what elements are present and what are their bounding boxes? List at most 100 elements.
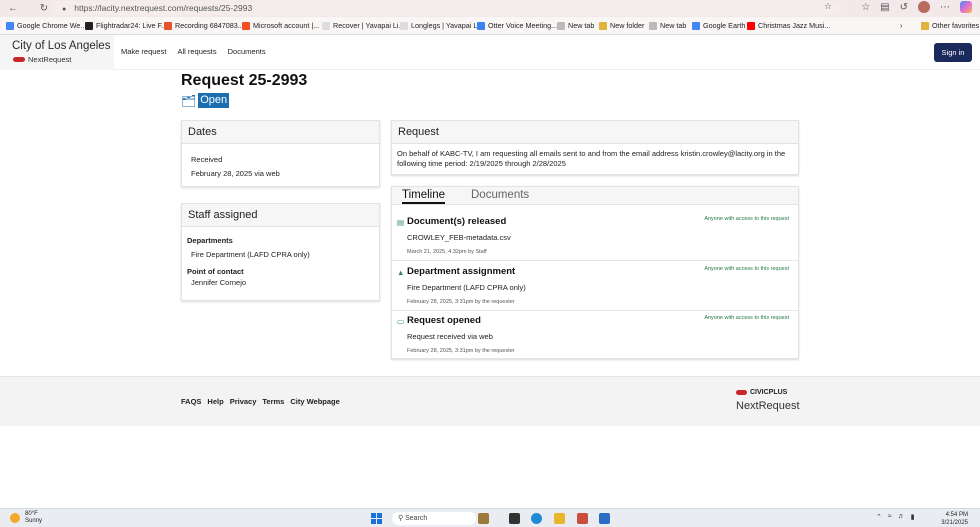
copilot-icon[interactable]	[960, 1, 972, 13]
tab-bar: Timeline Documents	[392, 187, 798, 205]
sign-in-button[interactable]: Sign in	[934, 43, 972, 62]
footer-link-terms[interactable]: Terms	[262, 397, 284, 406]
document-icon: ▤	[397, 218, 405, 227]
url-text: https://lacity.nextrequest.com/requests/…	[74, 3, 253, 13]
footer-links: FAQS Help Privacy Terms City Webpage	[181, 397, 340, 406]
status-badge: 🗂 Open	[181, 93, 230, 108]
folder-open-icon: 🗂	[181, 93, 197, 108]
refresh-icon[interactable]: ↻	[37, 2, 51, 15]
bookmark-icon	[477, 21, 485, 30]
collections-icon[interactable]: ▤	[880, 2, 889, 13]
bookmarks-bar: Google Chrome We... Flightradar24: Live …	[0, 17, 980, 35]
departments-label: Departments	[187, 236, 233, 245]
favorites-icon[interactable]: ☆	[861, 2, 870, 13]
bookmark-icon	[747, 21, 755, 30]
nav-all-requests[interactable]: All requests	[177, 47, 216, 56]
visibility-label: Anyone with access to this request	[704, 315, 789, 321]
bookmark-icon	[400, 21, 408, 30]
footer-link-privacy[interactable]: Privacy	[230, 397, 257, 406]
tab-timeline[interactable]: Timeline	[402, 189, 446, 204]
bookmark-item[interactable]: New folder	[599, 21, 644, 30]
taskbar-search[interactable]: ⚲ Search	[392, 512, 476, 525]
brand-subtitle: NextRequest	[13, 55, 71, 64]
bookmark-item[interactable]: Recover | Yavapai Li...	[322, 21, 405, 30]
bookmark-icon	[164, 21, 172, 30]
building-icon: ▲	[397, 268, 405, 277]
staff-card: Staff assigned Departments Fire Departme…	[181, 203, 380, 301]
timeline-item-title: Document(s) released	[407, 216, 507, 227]
battery-icon[interactable]: ▮	[911, 513, 915, 521]
system-tray: ⌃ ≈ ♬ ▮	[876, 513, 915, 521]
clock-time: 4:54 PM	[945, 512, 968, 518]
bookmark-icon	[6, 21, 14, 30]
star-icon[interactable]: ☆	[824, 1, 832, 12]
timeline-card: Timeline Documents ▤ Document(s) release…	[391, 186, 799, 359]
more-icon[interactable]: ⋯	[940, 2, 950, 13]
bookmark-item[interactable]: Otter Voice Meeting...	[477, 21, 557, 30]
folder-icon	[921, 21, 929, 30]
request-heading: Request	[392, 121, 798, 144]
bookmark-item[interactable]: Google Earth	[692, 21, 745, 30]
taskbar: 80°F Sunny ⚲ Search ⌃ ≈ ♬ ▮ 4:54 PM 3/21…	[0, 508, 980, 527]
bookmark-item[interactable]: Flightradar24: Live F...	[85, 21, 167, 30]
nav-make-request[interactable]: Make request	[121, 47, 166, 56]
poc-label: Point of contact	[187, 267, 244, 276]
profile-avatar[interactable]	[918, 1, 930, 13]
bookmark-item[interactable]: New tab	[557, 21, 594, 30]
lock-icon: ●	[62, 6, 67, 13]
widgets-icon[interactable]	[478, 513, 489, 524]
dates-card: Dates Received February 28, 2025 via web	[181, 120, 380, 187]
timeline-item: ▭ Request opened Request received via we…	[392, 311, 798, 360]
bookmark-item[interactable]: Google Chrome We...	[6, 21, 86, 30]
visibility-label: Anyone with access to this request	[704, 266, 789, 272]
back-icon[interactable]: ←	[6, 2, 20, 15]
windows-start-icon[interactable]	[371, 513, 382, 524]
file-explorer-icon[interactable]	[554, 513, 565, 524]
chevron-right-icon[interactable]: ›	[900, 21, 902, 30]
mail-icon[interactable]	[577, 513, 588, 524]
bookmark-other-favorites[interactable]: Other favorites	[921, 21, 979, 30]
search-icon: ⚲	[398, 515, 404, 522]
address-bar[interactable]: ● https://lacity.nextrequest.com/requests…	[52, 1, 842, 15]
timeline-item-meta: February 28, 2025, 3:31pm by the request…	[407, 299, 515, 305]
tab-documents[interactable]: Documents	[471, 189, 529, 201]
bookmark-item[interactable]: Recording 6847083...	[164, 21, 244, 30]
dates-heading: Dates	[182, 121, 379, 144]
history-icon[interactable]: ↺	[900, 2, 908, 13]
bookmark-item[interactable]: New tab	[649, 21, 686, 30]
timeline-item-meta: February 28, 2025, 3:31pm by the request…	[407, 348, 515, 354]
bookmark-item[interactable]: Christmas Jazz Musi...	[747, 21, 830, 30]
footer-link-faqs[interactable]: FAQS	[181, 397, 201, 406]
task-view-icon[interactable]	[509, 513, 520, 524]
clock[interactable]: 4:54 PM 3/21/2025	[930, 511, 968, 527]
bookmark-item[interactable]: Longlegs | Yavapai L...	[400, 21, 483, 30]
bookmark-icon	[85, 21, 93, 30]
bookmark-item[interactable]: Microsoft account |...	[242, 21, 319, 30]
footer-link-help[interactable]: Help	[207, 397, 223, 406]
civicplus-logo-icon	[736, 390, 747, 395]
nav-documents[interactable]: Documents	[228, 47, 266, 56]
wifi-icon[interactable]: ≈	[888, 513, 892, 521]
request-body: On behalf of KABC-TV, I am requesting al…	[397, 149, 786, 168]
volume-icon[interactable]: ♬	[898, 513, 905, 521]
visibility-label: Anyone with access to this request	[704, 216, 789, 222]
departments-value: Fire Department (LAFD CPRA only)	[191, 250, 310, 259]
brand[interactable]: City of Los Angeles NextRequest	[0, 35, 114, 70]
received-label: Received	[191, 155, 223, 164]
timeline-item-desc[interactable]: CROWLEY_FEB-metadata.csv	[407, 233, 511, 242]
bookmark-icon	[242, 21, 250, 30]
timeline-item: ▲ Department assignment Fire Department …	[392, 262, 798, 311]
bookmark-icon	[649, 21, 657, 30]
nextrequest-logo-icon	[13, 57, 25, 62]
footer: FAQS Help Privacy Terms City Webpage CIV…	[0, 376, 980, 426]
edge-icon[interactable]	[531, 513, 542, 524]
chevron-up-icon[interactable]: ⌃	[876, 513, 882, 521]
app-header: City of Los Angeles NextRequest Make req…	[0, 35, 980, 70]
store-icon[interactable]	[599, 513, 610, 524]
weather-widget[interactable]: 80°F Sunny	[10, 511, 42, 525]
civicplus-logo: CIVICPLUS	[736, 389, 787, 396]
bookmark-icon	[322, 21, 330, 30]
footer-link-city-webpage[interactable]: City Webpage	[290, 397, 339, 406]
timeline-item: ▤ Document(s) released CROWLEY_FEB-metad…	[392, 212, 798, 261]
clock-date: 3/21/2025	[941, 520, 968, 526]
